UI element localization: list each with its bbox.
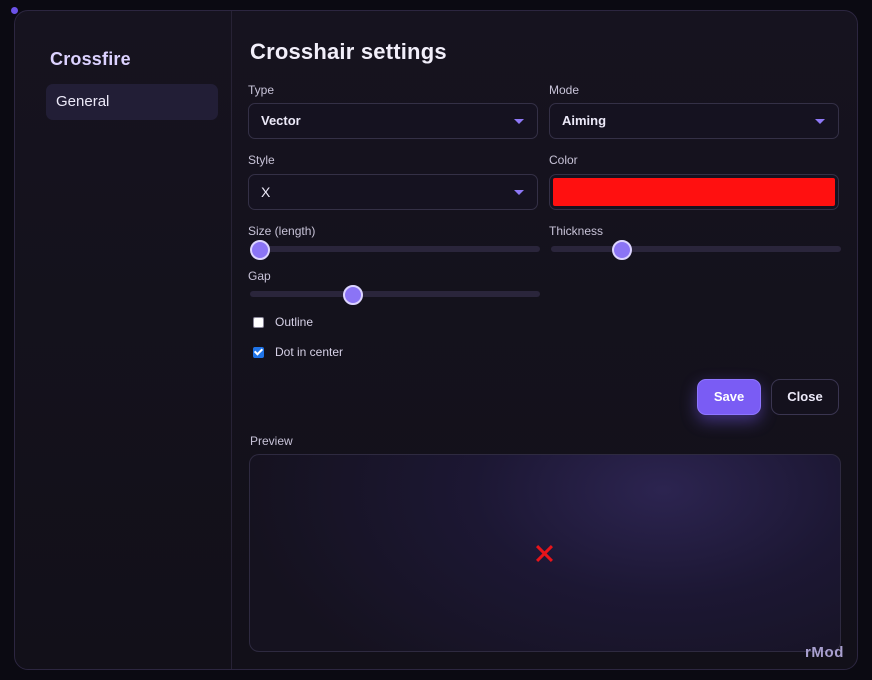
gap-slider-thumb[interactable] <box>342 285 363 305</box>
outline-checkbox-row[interactable]: Outline <box>253 315 313 329</box>
page-title: Crosshair settings <box>250 39 447 64</box>
color-picker[interactable] <box>549 174 839 210</box>
dot-in-center-checkbox[interactable] <box>253 346 264 358</box>
size-slider[interactable] <box>249 239 540 260</box>
mode-select-value: Aiming <box>562 113 607 128</box>
save-button[interactable]: Save <box>697 379 761 415</box>
close-button[interactable]: Close <box>771 379 839 415</box>
gap-slider[interactable] <box>250 284 540 305</box>
dot-checkbox-label: Dot in center <box>275 345 344 359</box>
size-label: Size (length) <box>248 224 316 238</box>
size-slider-track <box>250 246 540 252</box>
type-label: Type <box>248 83 275 97</box>
thickness-slider-track <box>551 246 841 252</box>
chevron-down-icon <box>514 119 524 124</box>
thickness-slider-thumb[interactable] <box>611 240 632 260</box>
outline-checkbox[interactable] <box>253 316 264 328</box>
color-label: Color <box>549 153 578 167</box>
size-slider-thumb[interactable] <box>249 240 270 260</box>
sidebar-item-general[interactable]: General <box>46 84 218 120</box>
type-select[interactable]: Vector <box>248 103 538 139</box>
settings-window: Crossfire General Crosshair settings Typ… <box>14 10 858 670</box>
chevron-down-icon <box>514 190 524 195</box>
preview-label: Preview <box>250 434 293 448</box>
mode-label: Mode <box>549 83 580 97</box>
app-brand: Crossfire <box>50 49 131 69</box>
outline-checkbox-label: Outline <box>275 315 314 329</box>
style-select-value: X <box>261 184 271 200</box>
sidebar-item-label: General <box>56 93 110 110</box>
thickness-slider[interactable] <box>551 239 841 260</box>
gap-slider-track <box>250 291 540 297</box>
style-select[interactable]: X <box>248 174 538 210</box>
sidebar: Crossfire General <box>15 11 232 669</box>
gap-label: Gap <box>248 269 271 283</box>
dot-checkbox-row[interactable]: Dot in center <box>253 345 343 359</box>
footer-brand: rMod <box>804 644 844 661</box>
crosshair-x-icon <box>535 544 554 563</box>
color-swatch <box>553 178 835 206</box>
thickness-label: Thickness <box>549 224 604 238</box>
crosshair-preview <box>249 454 841 652</box>
type-select-value: Vector <box>261 113 301 128</box>
chevron-down-icon <box>815 119 825 124</box>
mode-select[interactable]: Aiming <box>549 103 839 139</box>
style-label: Style <box>248 153 275 167</box>
